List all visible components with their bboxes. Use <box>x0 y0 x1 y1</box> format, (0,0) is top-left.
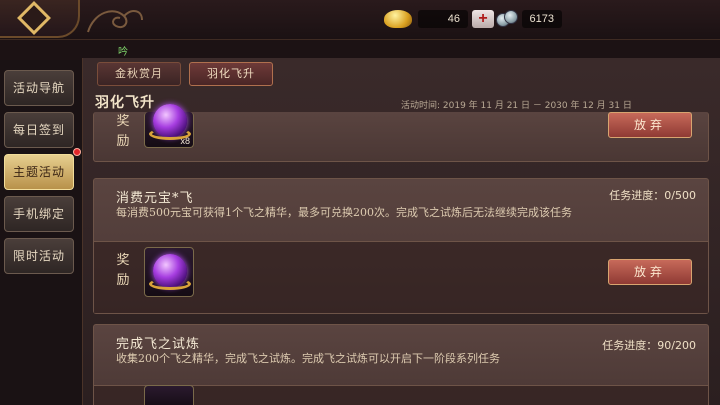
gold-resource: 46 + <box>384 8 496 30</box>
sidebar-item-limited-activity[interactable]: 限时活动 <box>4 238 74 274</box>
sub-header: 吟 <box>0 40 720 60</box>
task-card: 完成飞之试炼 任务进度：90/200 收集200个飞之精华，完成飞之试炼。完成飞… <box>93 324 709 405</box>
reward-label: 奖励 <box>116 114 130 149</box>
task-progress: 任务进度：0/500 <box>609 189 696 202</box>
sidebar-item-theme-activity[interactable]: 主题活动 <box>4 154 74 190</box>
tab-autumn-moon[interactable]: 金秋赏月 <box>97 62 181 86</box>
back-diamond-icon <box>17 1 51 35</box>
event-title: 羽化飞升 <box>95 95 155 111</box>
sidebar-item-daily-signin[interactable]: 每日签到 <box>4 112 74 148</box>
notification-dot <box>73 148 81 156</box>
reward-item[interactable] <box>144 247 194 297</box>
sidebar-item-phone-bind[interactable]: 手机绑定 <box>4 196 74 232</box>
sidebar-item-activity-nav[interactable]: 活动导航 <box>4 70 74 106</box>
gold-ingot-icon <box>384 10 412 28</box>
reward-label: 奖励 <box>116 253 130 288</box>
coins-icon <box>496 9 518 29</box>
task-card: 消费元宝*飞 任务进度：0/500 每消费500元宝可获得1个飞之精华，最多可兑… <box>93 178 709 314</box>
task-progress: 任务进度：90/200 <box>602 339 696 352</box>
abandon-button[interactable]: 放弃 <box>608 112 692 138</box>
gold-base-icon <box>149 278 191 290</box>
item-count: x8 <box>180 136 190 146</box>
abandon-button[interactable]: 放弃 <box>608 259 692 285</box>
main-panel: 金秋赏月 羽化飞升 羽化飞升 活动时间: 2019 年 11 月 21 日 － … <box>82 58 720 405</box>
task-title: 完成飞之试炼 <box>116 337 201 352</box>
tab-feather-ascend[interactable]: 羽化飞升 <box>189 62 273 86</box>
gold-amount: 46 <box>418 10 468 28</box>
add-gold-button[interactable]: + <box>472 10 494 28</box>
task-card: 奖励 x8 放弃 <box>93 104 709 162</box>
task-description: 收集200个飞之精华，完成飞之试炼。完成飞之试炼可以开启下一阶段系列任务 <box>116 352 500 365</box>
reward-item[interactable] <box>144 385 194 405</box>
task-description: 每消费500元宝可获得1个飞之精华，最多可兑换200次。完成飞之试炼后无法继续完… <box>116 206 572 219</box>
back-button[interactable] <box>0 0 80 38</box>
coin-resource: 6173 <box>496 8 562 30</box>
sub-header-text: 吟 <box>118 47 128 58</box>
top-bar: 46 + 6173 <box>0 0 720 40</box>
reward-item[interactable]: x8 <box>144 104 194 148</box>
task-title: 消费元宝*飞 <box>116 191 194 206</box>
event-time: 活动时间: 2019 年 11 月 21 日 － 2030 年 12 月 31 … <box>401 101 632 111</box>
coin-amount: 6173 <box>521 10 562 28</box>
cloud-swirl-icon <box>87 10 143 33</box>
